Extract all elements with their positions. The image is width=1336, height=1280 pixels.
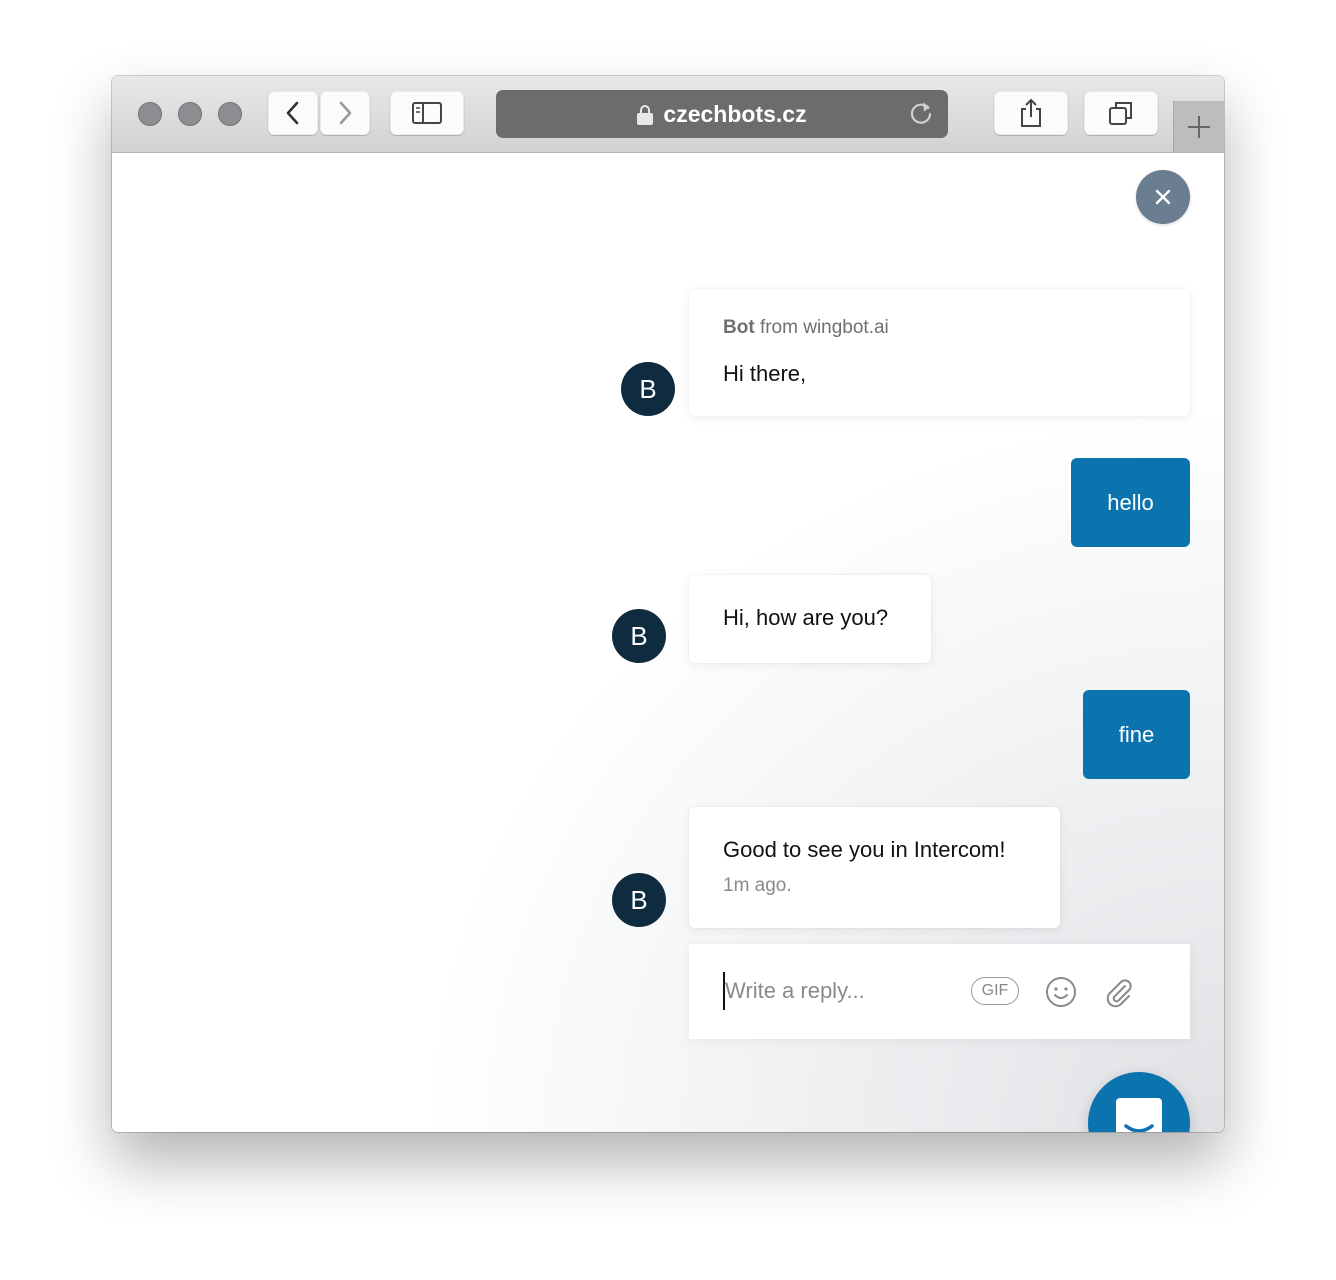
- tabs-icon: [1109, 102, 1132, 125]
- attachment-icon[interactable]: [1103, 976, 1135, 1008]
- share-icon: [1021, 98, 1041, 127]
- bot-avatar: B: [612, 873, 666, 927]
- tabs-overview-button[interactable]: [1084, 91, 1158, 135]
- address-bar[interactable]: czechbots.cz: [496, 90, 948, 138]
- bot-message: Bot from wingbot.ai Hi there,: [689, 289, 1190, 416]
- reply-composer: GIF: [689, 944, 1190, 1039]
- back-button[interactable]: [268, 91, 318, 135]
- navigation-buttons: [268, 91, 370, 135]
- close-window-button[interactable]: [138, 102, 162, 126]
- close-icon: [1155, 189, 1171, 205]
- browser-toolbar: czechbots.cz: [112, 76, 1224, 153]
- message-text: Hi, how are you?: [723, 605, 889, 630]
- sender-suffix: from wingbot.ai: [759, 317, 889, 338]
- message-text: Hi there,: [723, 361, 807, 386]
- minimize-window-button[interactable]: [178, 102, 202, 126]
- bot-message: Good to see you in Intercom! 1m ago.: [689, 807, 1060, 928]
- message-timestamp: 1m ago.: [723, 875, 792, 896]
- intercom-chat-icon: [1116, 1098, 1162, 1132]
- sender-name: Bot: [723, 317, 755, 338]
- reload-icon[interactable]: [908, 101, 934, 127]
- lock-icon: [637, 105, 654, 125]
- reply-input[interactable]: [723, 972, 947, 1010]
- new-tab-button[interactable]: [1173, 101, 1224, 152]
- bot-message: Hi, how are you?: [689, 575, 931, 663]
- bot-avatar: B: [612, 609, 666, 663]
- sidebar-button[interactable]: [390, 91, 464, 135]
- chevron-right-icon: [339, 101, 352, 125]
- share-button[interactable]: [994, 91, 1068, 135]
- chevron-left-icon: [286, 101, 299, 125]
- browser-window: czechbots.cz B Bot from wingbot.ai Hi th…: [112, 76, 1224, 1132]
- url-text: czechbots.cz: [663, 100, 807, 127]
- plus-icon: [1188, 115, 1210, 138]
- user-message: fine: [1083, 690, 1190, 779]
- intercom-launcher-button[interactable]: [1088, 1072, 1190, 1132]
- sidebar-icon: [412, 102, 442, 124]
- bot-avatar: B: [621, 362, 675, 416]
- message-text: Good to see you in Intercom!: [723, 837, 1006, 862]
- zoom-window-button[interactable]: [218, 102, 242, 126]
- gif-button[interactable]: GIF: [971, 977, 1019, 1005]
- message-sender: Bot from wingbot.ai: [723, 317, 889, 339]
- page-content: B Bot from wingbot.ai Hi there, hello B …: [112, 153, 1224, 1132]
- close-chat-button[interactable]: [1136, 170, 1190, 224]
- forward-button[interactable]: [320, 91, 370, 135]
- emoji-icon[interactable]: [1045, 976, 1077, 1008]
- user-message: hello: [1071, 458, 1190, 547]
